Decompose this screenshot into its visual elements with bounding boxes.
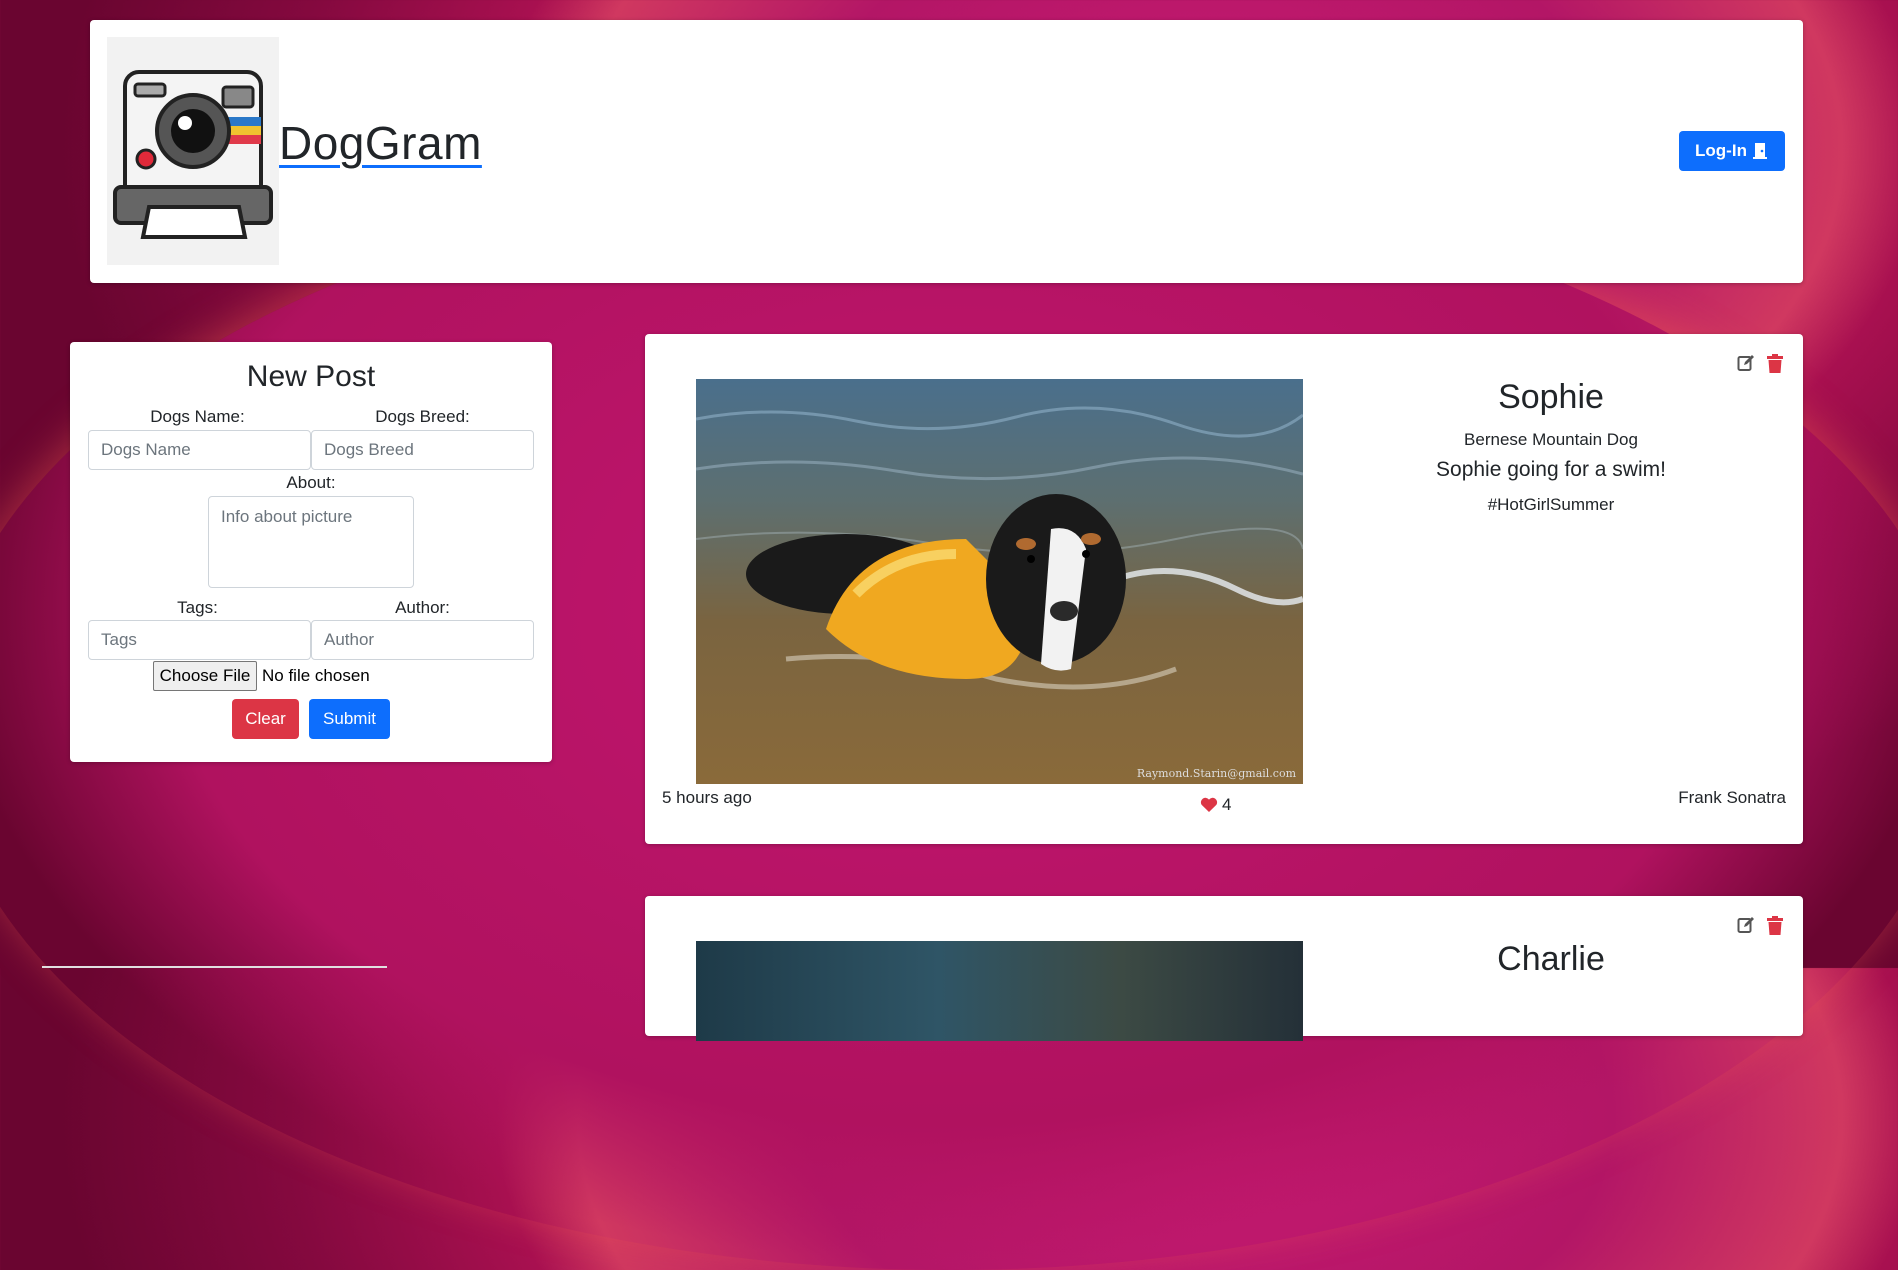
- dog-name-input[interactable]: Dogs Name: [88, 430, 311, 470]
- about-textarea[interactable]: Info about picture: [208, 496, 414, 588]
- tags-input[interactable]: Tags: [88, 620, 311, 660]
- author-input[interactable]: Author: [311, 620, 534, 660]
- door-icon: [1752, 143, 1767, 159]
- dog-name-label: Dogs Name:: [150, 407, 245, 426]
- post-timestamp: 5 hours ago: [662, 788, 752, 807]
- new-post-form: New Post Dogs Name: Dogs Breed: Dogs Nam…: [70, 342, 552, 762]
- dog-breed-input[interactable]: Dogs Breed: [311, 430, 534, 470]
- login-button-label: Log-In: [1695, 141, 1747, 160]
- clear-button[interactable]: Clear: [232, 699, 299, 739]
- heart-icon: [1200, 797, 1218, 812]
- post-card: Raymond.Starin@gmail.com Sophie Bernese …: [645, 334, 1803, 844]
- post-dog-name: Charlie: [1497, 940, 1605, 978]
- about-label: About:: [286, 473, 336, 492]
- camera-logo-icon[interactable]: [107, 37, 279, 265]
- like-count: 4: [1222, 795, 1232, 814]
- post-card: Charlie: [645, 896, 1803, 1041]
- post-about: Sophie going for a swim!: [1436, 458, 1666, 481]
- site-header: DogGram Log-In: [90, 20, 1803, 283]
- brand-link[interactable]: DogGram: [279, 116, 482, 170]
- submit-button[interactable]: Submit: [309, 699, 390, 739]
- post-photo: [696, 941, 1303, 1041]
- file-status: No file chosen: [262, 666, 370, 685]
- author-label: Author:: [395, 598, 450, 617]
- trash-icon[interactable]: [1767, 354, 1783, 373]
- choose-file-button[interactable]: Choose File: [153, 661, 257, 691]
- like-button[interactable]: 4: [1200, 795, 1231, 815]
- post-dog-breed: Bernese Mountain Dog: [1464, 430, 1638, 449]
- photo-watermark: Raymond.Starin@gmail.com: [1137, 767, 1297, 780]
- tags-label: Tags:: [177, 598, 218, 617]
- trash-icon[interactable]: [1767, 916, 1783, 935]
- post-dog-name: Sophie: [1498, 378, 1604, 416]
- dog-breed-label: Dogs Breed:: [375, 407, 470, 426]
- post-photo: Raymond.Starin@gmail.com: [696, 379, 1303, 784]
- post-author: Frank Sonatra: [1678, 788, 1786, 807]
- edit-icon[interactable]: [1737, 916, 1755, 934]
- form-title: New Post: [246, 360, 376, 393]
- post-tag[interactable]: #HotGirlSummer: [1336, 495, 1766, 515]
- login-button[interactable]: Log-In: [1679, 131, 1785, 171]
- edit-icon[interactable]: [1737, 354, 1755, 372]
